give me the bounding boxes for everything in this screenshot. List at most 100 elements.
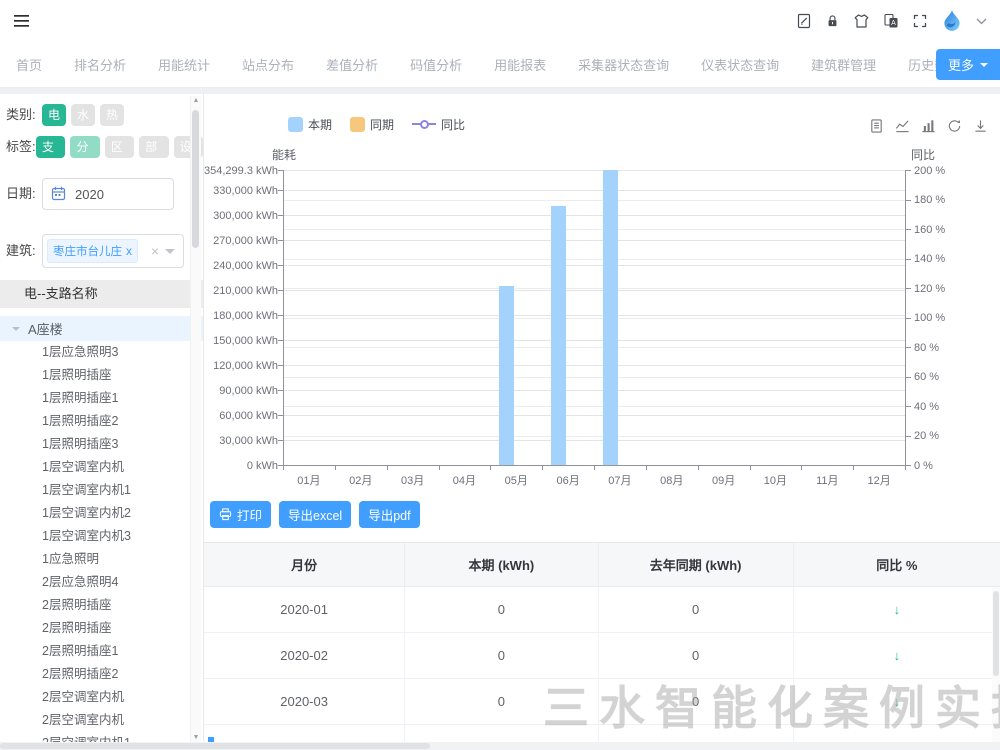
line-chart-toggle-icon[interactable] xyxy=(895,118,910,134)
tab-用能统计[interactable]: 用能统计 xyxy=(142,42,226,87)
logo-avatar-icon[interactable] xyxy=(941,11,963,31)
select-clear-icon[interactable]: × xyxy=(151,244,159,258)
tree-leaf-circuit[interactable]: 2层空调室内机 xyxy=(0,709,203,732)
sidebar-scroll-thumb[interactable] xyxy=(192,110,199,248)
tag-option-部门[interactable]: 部门 xyxy=(139,136,168,158)
export-pdf-button[interactable]: 导出pdf xyxy=(359,501,419,528)
tree-leaf-circuit[interactable]: 1层应急照明3 xyxy=(0,341,203,364)
building-select[interactable]: 枣庄市台儿庄 x × xyxy=(42,234,184,268)
note-edit-icon[interactable] xyxy=(796,11,812,31)
category-option-热[interactable]: 热 xyxy=(100,104,124,126)
chevron-down-icon[interactable] xyxy=(976,11,987,31)
axis-tick xyxy=(278,265,283,266)
language-icon[interactable]: A xyxy=(883,11,899,31)
scroll-up-icon[interactable]: ▲ xyxy=(191,97,201,104)
table-row: 2020-0100↓ xyxy=(204,587,1000,633)
data-view-icon[interactable] xyxy=(869,118,884,134)
save-image-icon[interactable] xyxy=(973,118,988,134)
tree-leaf-circuit[interactable]: 2层照明插座1 xyxy=(0,640,203,663)
tab-仪表状态查询[interactable]: 仪表状态查询 xyxy=(685,42,795,87)
restore-icon[interactable] xyxy=(947,118,962,134)
legend-label: 本期 xyxy=(308,116,332,133)
legend-item-同期[interactable]: 同期 xyxy=(350,116,394,133)
tree-leaf-circuit[interactable]: 2层空调室内机 xyxy=(0,686,203,709)
tree-leaf-circuit[interactable]: 2层照明插座 xyxy=(0,617,203,640)
axis-tick xyxy=(542,465,543,470)
tree-leaf-circuit[interactable]: 1层照明插座2 xyxy=(0,410,203,433)
tab-首页[interactable]: 首页 xyxy=(0,42,58,87)
table-header-cell: 去年同期 (kWh) xyxy=(599,543,794,586)
legend-label: 同期 xyxy=(370,116,394,133)
y-axis-label: 120,000 kWh xyxy=(204,360,278,372)
date-input[interactable] xyxy=(73,186,163,203)
main-panel: 本期同期同比 能耗 同比 xyxy=(204,94,1000,750)
tab-bar: 首页排名分析用能统计站点分布差值分析码值分析用能报表采集器状态查询仪表状态查询建… xyxy=(0,42,1000,88)
tree-leaf-circuit[interactable]: 1层照明插座1 xyxy=(0,387,203,410)
tab-用能报表[interactable]: 用能报表 xyxy=(478,42,562,87)
tab-码值分析[interactable]: 码值分析 xyxy=(394,42,478,87)
print-button[interactable]: 打印 xyxy=(210,501,271,528)
axis-tick xyxy=(646,465,647,470)
tag-option-区域[interactable]: 区域 xyxy=(105,136,134,158)
tree-leaf-circuit[interactable]: 1层照明插座3 xyxy=(0,433,203,456)
tree-leaf-circuit[interactable]: 1层空调室内机1 xyxy=(0,479,203,502)
y-axis-label: 0 kWh xyxy=(204,460,278,472)
cell-previous: 0 xyxy=(599,679,794,724)
axis-tick xyxy=(278,170,283,171)
tab-采集器状态查询[interactable]: 采集器状态查询 xyxy=(562,42,685,87)
fullscreen-icon[interactable] xyxy=(912,11,928,31)
table-scroll-thumb[interactable] xyxy=(993,591,999,676)
y-axis-right-label: 200 % xyxy=(914,165,945,177)
tag-option-分项[interactable]: 分项 xyxy=(70,136,99,158)
hamburger-menu-icon[interactable] xyxy=(13,11,31,31)
tree-leaf-circuit[interactable]: 2层照明插座2 xyxy=(0,663,203,686)
table-scrollbar xyxy=(992,587,1000,747)
tree-leaf-circuit[interactable]: 1层照明插座 xyxy=(0,364,203,387)
tree-leaf-circuit[interactable]: 2层应急照明4 xyxy=(0,571,203,594)
top-bar: A xyxy=(0,0,1000,42)
select-caret-icon[interactable] xyxy=(165,249,175,259)
x-axis-label: 07月 xyxy=(597,472,643,488)
scroll-down-icon[interactable]: ▼ xyxy=(191,734,201,741)
building-filter: 建筑: 枣庄市台儿庄 x × xyxy=(6,234,203,268)
y-axis-right-label: 180 % xyxy=(914,194,945,206)
tab-差值分析[interactable]: 差值分析 xyxy=(310,42,394,87)
tree-node-building[interactable]: A座楼 xyxy=(0,316,203,341)
axis-tick xyxy=(906,377,911,378)
lock-icon[interactable] xyxy=(825,11,840,31)
bar-chart-toggle-icon[interactable] xyxy=(921,118,936,134)
y-axis-label: 240,000 kWh xyxy=(204,260,278,272)
axis-tick xyxy=(387,465,388,470)
gridline xyxy=(283,259,905,260)
horizontal-scroll-thumb[interactable] xyxy=(0,743,430,749)
export-excel-button[interactable]: 导出excel xyxy=(279,501,351,528)
tab-排名分析[interactable]: 排名分析 xyxy=(58,42,142,87)
tab-建筑群管理[interactable]: 建筑群管理 xyxy=(795,42,892,87)
y-axis-right-label: 160 % xyxy=(914,224,945,236)
category-option-水[interactable]: 水 xyxy=(71,104,95,126)
tree-leaf-circuit[interactable]: 1层空调室内机3 xyxy=(0,525,203,548)
tree-expand-icon[interactable] xyxy=(12,327,20,335)
tree-leaf-circuit[interactable]: 2层照明插座 xyxy=(0,594,203,617)
building-tag[interactable]: 枣庄市台儿庄 x xyxy=(47,239,138,263)
legend-item-本期[interactable]: 本期 xyxy=(288,116,332,133)
category-label: 类别: xyxy=(6,104,42,126)
chart-bar-06月 xyxy=(551,206,566,465)
tab-站点分布[interactable]: 站点分布 xyxy=(226,42,310,87)
circuit-list-header: 电--支路名称 xyxy=(0,280,203,308)
more-button[interactable]: 更多 xyxy=(936,49,1000,80)
gridline xyxy=(283,347,905,348)
tree-leaf-circuit[interactable]: 1应急照明 xyxy=(0,548,203,571)
tag-close-icon[interactable]: x xyxy=(126,245,132,257)
category-option-电[interactable]: 电 xyxy=(42,104,66,126)
tree-leaf-circuit[interactable]: 1层空调室内机 xyxy=(0,456,203,479)
tag-option-支路[interactable]: 支路 xyxy=(36,136,65,158)
date-picker[interactable] xyxy=(42,178,174,210)
theme-skin-icon[interactable] xyxy=(853,11,870,31)
axis-tick xyxy=(278,240,283,241)
tree-leaf-circuit[interactable]: 1层空调室内机2 xyxy=(0,502,203,525)
svg-text:A: A xyxy=(891,20,896,27)
table-header-cell: 本期 (kWh) xyxy=(405,543,598,586)
legend-item-同比[interactable]: 同比 xyxy=(412,116,465,133)
y-axis-label: 270,000 kWh xyxy=(204,235,278,247)
